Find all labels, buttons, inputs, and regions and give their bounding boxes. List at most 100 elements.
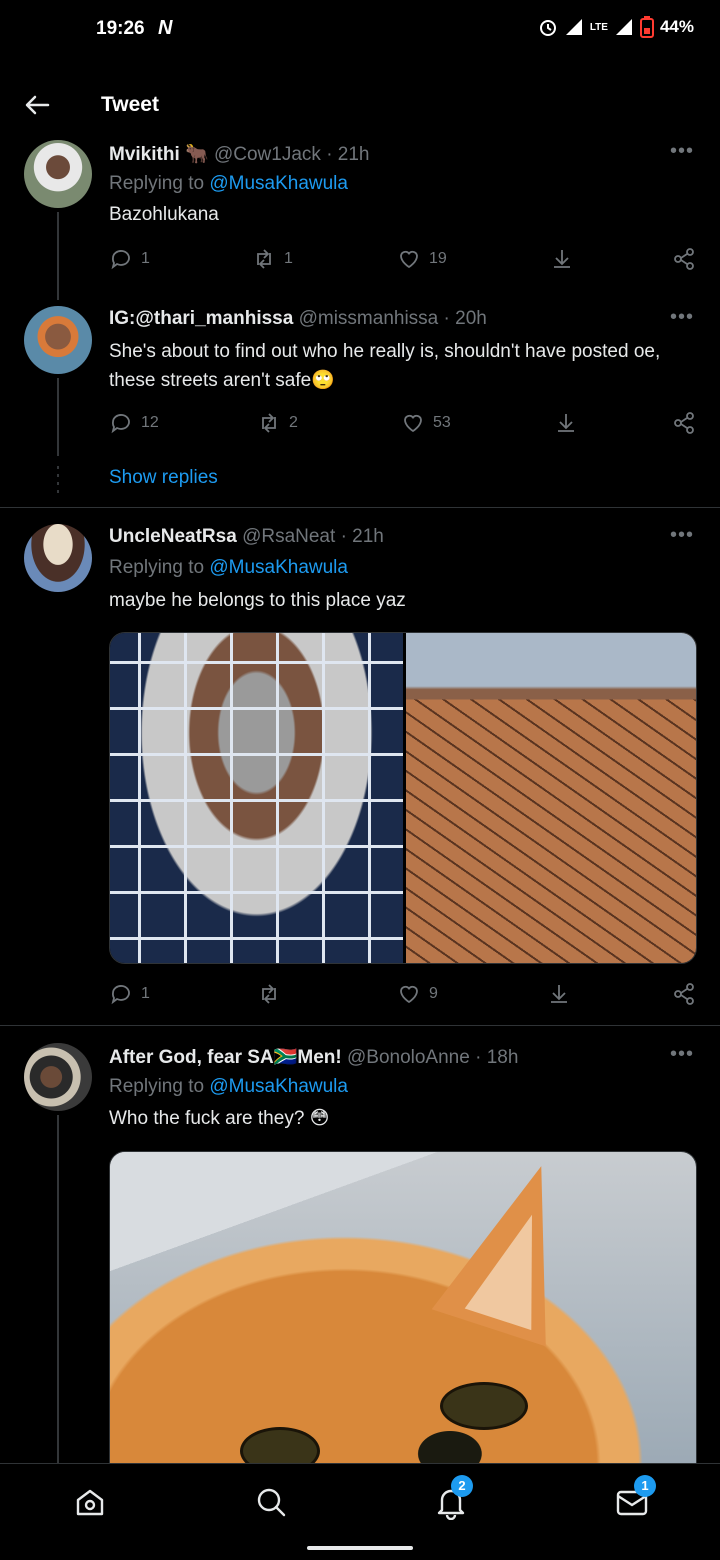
caged-photo[interactable] [110,633,403,963]
more-options-icon[interactable]: ••• [670,524,694,547]
share-network-button[interactable] [672,982,696,1006]
retweet-count: 2 [289,414,298,431]
reply-button[interactable]: 1 [109,247,150,271]
replying-prefix: Replying to [109,1076,205,1097]
mention-link[interactable]: @MusaKhawula [209,1076,348,1097]
download-share-icon [551,985,567,1003]
avatar[interactable] [24,306,92,374]
avatar[interactable] [24,140,92,208]
cat-photo[interactable] [109,1151,697,1481]
retweet-button[interactable]: 2 [257,411,298,435]
signal-icon [565,19,582,35]
reply-tweet[interactable]: IG:@thari_manhissa @missmanhissa · 20h •… [0,306,720,506]
thread-line [57,212,59,300]
reply-tweet[interactable]: Mvikithi 🐂 @Cow1Jack · 21h ••• Replying … [0,140,720,300]
share-network-button[interactable] [672,411,696,435]
network-type: LTE [589,21,608,33]
search-icon[interactable] [253,1484,289,1520]
like-count: 19 [429,250,447,267]
cat-eye [440,1382,528,1430]
alarm-icon [539,20,556,36]
replying-to: Replying to @MusaKhawula [109,1076,348,1098]
name-emoji: 🐂 [185,144,209,165]
show-replies-link[interactable]: Show replies [109,467,218,489]
user-handle[interactable]: @Cow1Jack [214,144,321,165]
tweet-header: IG:@thari_manhissa @missmanhissa · 20h [109,308,487,330]
display-name[interactable]: Mvikithi [109,144,180,165]
reply-button[interactable]: 1 [109,982,150,1006]
avatar[interactable] [24,1043,92,1111]
action-bar: 1 1 19 [109,247,699,277]
home-icon[interactable] [72,1484,108,1520]
reply-icon [111,985,130,1005]
retweet-count: 1 [284,250,293,267]
like-button[interactable]: 9 [397,982,438,1006]
like-button[interactable]: 53 [401,411,451,435]
replying-prefix: Replying to [109,557,205,578]
share-icon [674,412,694,434]
more-options-icon[interactable]: ••• [670,140,694,163]
thread-dots [57,466,59,496]
page-title: Tweet [101,93,159,116]
like-count: 53 [433,414,451,431]
tweet-text: She's about to find out who he really is… [109,337,699,395]
retweet-button[interactable] [257,982,289,1006]
mention-link[interactable]: @MusaKhawula [209,173,348,194]
share-network-button[interactable] [672,247,696,271]
heart-icon [400,250,418,269]
retweet-button[interactable]: 1 [252,247,293,271]
cracked-earth-photo[interactable] [406,633,696,963]
display-name[interactable]: After God, fear SA [109,1047,274,1068]
battery-level: 44% [659,17,694,36]
text-emoji: 🙄 [311,370,335,391]
reply-icon [111,250,130,270]
tweet-text: maybe he belongs to this place yaz [109,590,406,611]
action-bar: 12 2 53 [109,411,699,441]
share-button[interactable] [550,247,574,271]
share-button[interactable] [547,982,571,1006]
avatar[interactable] [24,524,92,592]
user-handle[interactable]: @BonoloAnne [347,1047,470,1068]
tweet-time: · 21h [340,526,384,547]
status-icons: LTE 44% [538,16,694,38]
thread-line [57,378,59,456]
share-icon [674,983,694,1005]
replying-to: Replying to @MusaKhawula [109,557,348,579]
display-name[interactable]: UncleNeatRsa [109,526,237,547]
tweet-time: · 18h [475,1047,519,1068]
share-button[interactable] [554,411,578,435]
like-button[interactable]: 19 [397,247,447,271]
messages-badge: 1 [634,1475,656,1497]
tweet-time: · 21h [326,144,370,165]
back-arrow-icon[interactable] [22,90,52,120]
user-handle[interactable]: @missmanhissa [299,308,439,329]
reply-button[interactable]: 12 [109,411,159,435]
home-indicator [307,1546,413,1550]
reply-icon [111,414,130,434]
divider [0,507,720,508]
reply-tweet[interactable]: UncleNeatRsa @RsaNeat · 21h ••• Replying… [0,524,720,1024]
mention-link[interactable]: @MusaKhawula [209,557,348,578]
more-options-icon[interactable]: ••• [670,1043,694,1066]
top-bar: Tweet [0,80,720,136]
tweet-time: · 20h [443,308,487,329]
thread-line [57,1115,59,1465]
replying-prefix: Replying to [109,173,205,194]
tweet-header: UncleNeatRsa @RsaNeat · 21h [109,526,384,548]
tweet-header: After God, fear SA🇿🇦Men! @BonoloAnne · 1… [109,1045,518,1069]
replying-to: Replying to @MusaKhawula [109,173,348,195]
heart-icon [404,414,422,433]
status-time: 19:26 [96,18,145,39]
reply-tweet[interactable]: After God, fear SA🇿🇦Men! @BonoloAnne · 1… [0,1043,720,1481]
sa-flag: 🇿🇦 [273,1047,298,1068]
retweet-icon [262,413,276,433]
display-name-suffix[interactable]: Men! [297,1047,341,1068]
more-options-icon[interactable]: ••• [670,306,694,329]
reply-count: 12 [141,414,159,431]
user-handle[interactable]: @RsaNeat [242,526,335,547]
signal-icon-2 [615,19,632,35]
text-emoji: 😳 [309,1108,330,1129]
heart-icon [400,985,418,1004]
display-name[interactable]: IG:@thari_manhissa [109,308,293,329]
media-grid[interactable] [109,632,697,964]
